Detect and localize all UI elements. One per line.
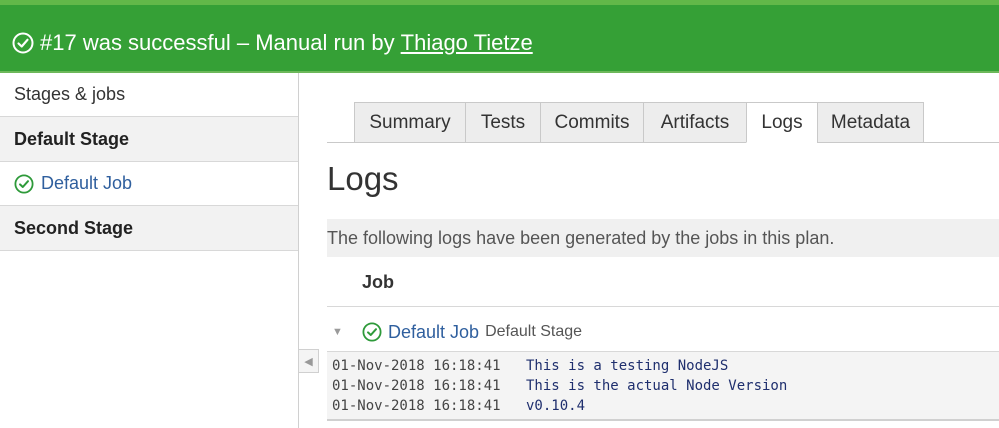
chevron-left-icon: ◀	[304, 355, 313, 368]
log-message: This is the actual Node Version	[526, 378, 788, 394]
log-timestamp: 01-Nov-2018 16:18:41	[332, 358, 501, 374]
log-message: v0.10.4	[526, 398, 586, 414]
stages-sidebar: Stages & jobs Default Stage Default Job …	[0, 73, 299, 428]
tab-tests[interactable]: Tests	[465, 102, 540, 143]
sidebar-job-default[interactable]: Default Job	[0, 162, 298, 206]
sidebar-collapse-button[interactable]: ◀	[299, 349, 319, 373]
tab-summary[interactable]: Summary	[354, 102, 465, 143]
job-log-row: ▼ Default Job Default Stage	[327, 315, 999, 349]
log-line: 01-Nov-2018 16:18:41 v0.10.4	[332, 398, 585, 418]
log-timestamp: 01-Nov-2018 16:18:41	[332, 378, 501, 394]
log-line: 01-Nov-2018 16:18:41 This is the actual …	[332, 378, 787, 398]
column-header-job: Job	[362, 272, 395, 292]
build-status-text: #17 was successful – Manual run by	[40, 30, 395, 55]
log-output: 01-Nov-2018 16:18:41 This is a testing N…	[327, 351, 999, 421]
tab-metadata[interactable]: Metadata	[817, 102, 924, 143]
job-stage-name: Default Stage	[485, 323, 583, 340]
sidebar-title: Stages & jobs	[0, 73, 298, 117]
job-link[interactable]: Default Job	[388, 322, 479, 343]
tab-label: Commits	[554, 111, 630, 133]
sidebar-stage-default[interactable]: Default Stage	[0, 117, 298, 162]
page-title: Logs	[327, 160, 399, 197]
stage-label: Second Stage	[14, 217, 134, 238]
tab-label: Tests	[480, 111, 526, 133]
check-circle-icon	[12, 32, 34, 54]
tab-commits[interactable]: Commits	[540, 102, 643, 143]
tab-label: Metadata	[830, 111, 911, 133]
sidebar-title-label: Stages & jobs	[14, 84, 126, 104]
triangle-down-icon[interactable]: ▼	[332, 326, 344, 338]
log-line: 01-Nov-2018 16:18:41 This is a testing N…	[332, 358, 728, 378]
logs-description: The following logs have been generated b…	[327, 219, 999, 257]
check-circle-icon	[14, 173, 34, 194]
logs-table-header: Job	[327, 257, 999, 307]
tab-label: Logs	[761, 111, 803, 133]
check-circle-icon	[362, 322, 382, 342]
stage-label: Default Stage	[14, 128, 130, 149]
tab-label: Summary	[369, 111, 451, 133]
tab-artifacts[interactable]: Artifacts	[643, 102, 746, 143]
build-status-banner: #17 was successful – Manual run by Thiag…	[0, 0, 999, 73]
build-status-line: #17 was successful – Manual run by Thiag…	[12, 26, 533, 60]
log-timestamp: 01-Nov-2018 16:18:41	[332, 398, 501, 414]
logs-description-text: The following logs have been generated b…	[327, 227, 835, 248]
tab-label: Artifacts	[660, 111, 730, 133]
tab-logs[interactable]: Logs	[746, 102, 817, 143]
result-tabs: Summary Tests Commits Artifacts Logs Met…	[354, 102, 924, 143]
sidebar-stage-second[interactable]: Second Stage	[0, 206, 298, 251]
job-label: Default Job	[41, 173, 133, 193]
triggered-by-user-link[interactable]: Thiago Tietze	[401, 30, 533, 56]
log-message: This is a testing NodeJS	[526, 358, 729, 374]
